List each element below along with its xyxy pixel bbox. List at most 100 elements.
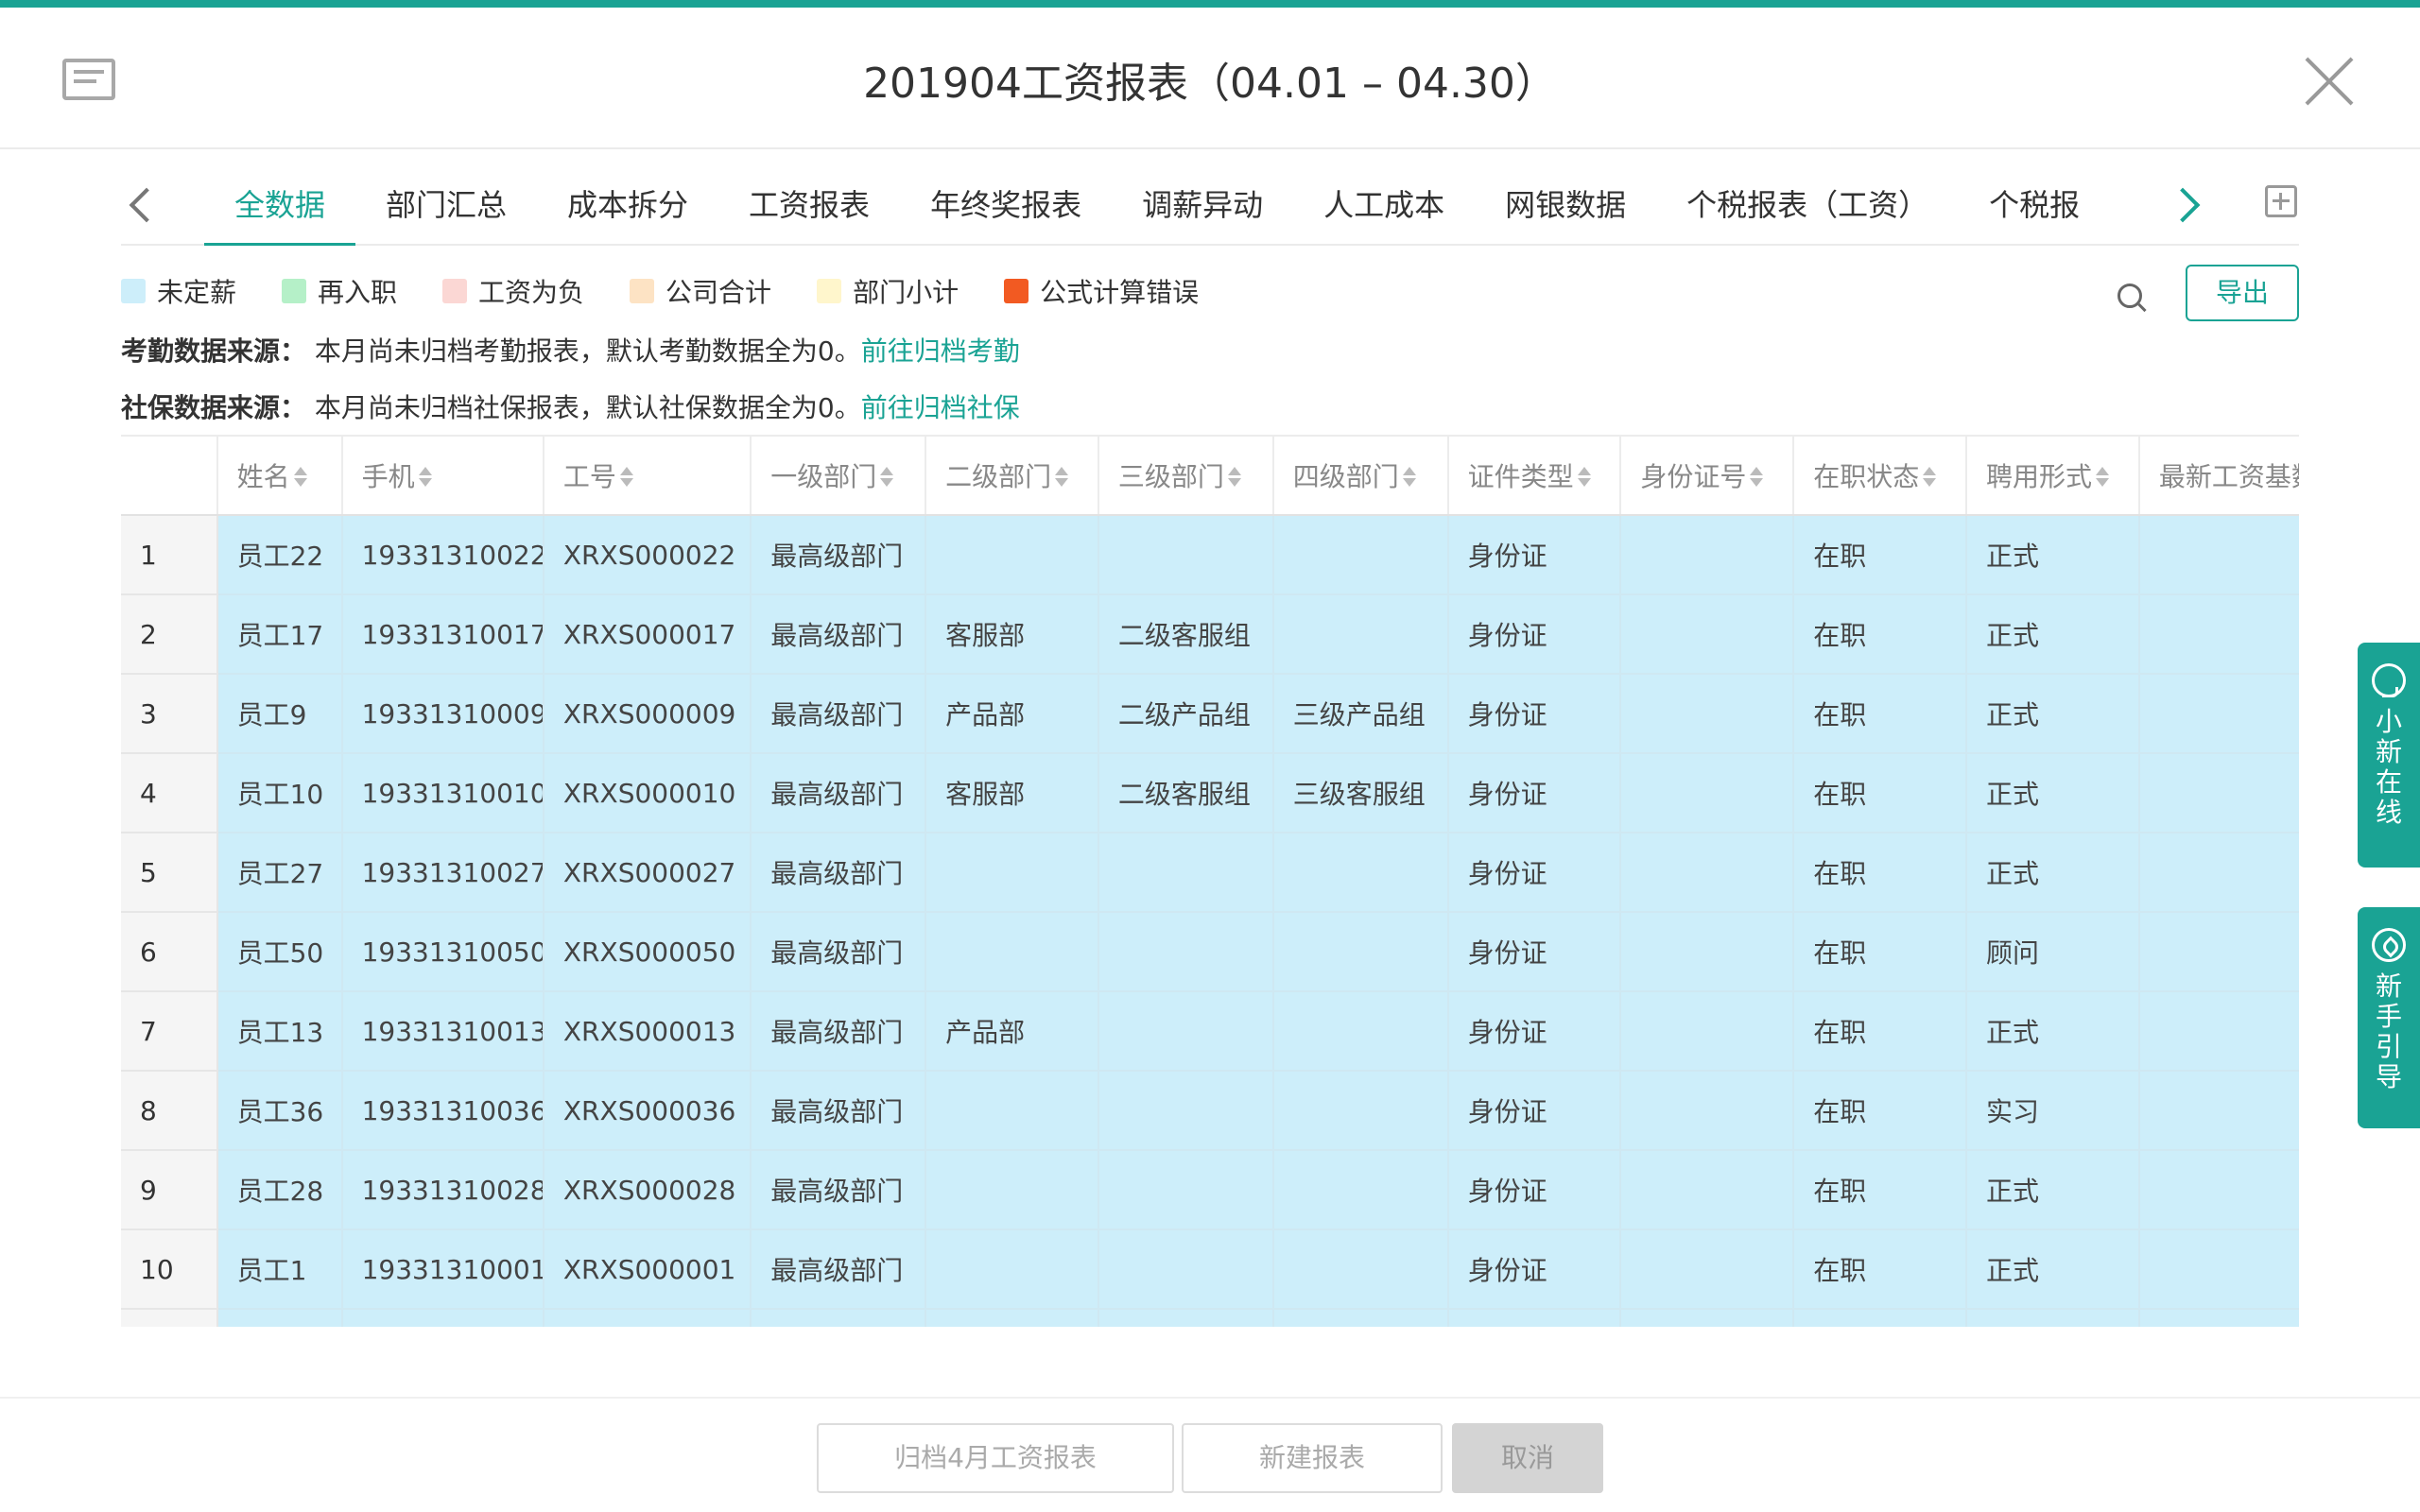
tab-item[interactable]: 成本拆分 <box>537 172 718 246</box>
table-cell: XRXS000001 <box>543 1229 752 1310</box>
table-cell <box>1098 1150 1274 1230</box>
table-cell: XRXS000017 <box>543 594 752 675</box>
table-cell: XRXS000027 <box>543 833 752 913</box>
column-header[interactable]: 身份证号 <box>1620 435 1795 516</box>
column-header[interactable]: 一级部门 <box>751 435 927 516</box>
legend-label: 公式计算错误 <box>1040 277 1200 308</box>
compass-icon <box>2372 928 2406 962</box>
column-header[interactable]: 二级部门 <box>925 435 1099 516</box>
table-row[interactable]: 6 员工50 19331310050 XRXS000050 最高级部门 身份证 在职 顾问 <box>121 912 2299 992</box>
column-header[interactable]: 姓名 <box>216 435 343 516</box>
table-cell: 产品部 <box>925 991 1099 1072</box>
table-row[interactable] <box>121 1309 2299 1327</box>
table-cell <box>1272 1071 1449 1151</box>
sort-icon[interactable] <box>1227 467 1241 488</box>
new-report-button[interactable]: 新建报表 <box>1182 1423 1443 1493</box>
table-row[interactable]: 3 员工9 19331310009 XRXS000009 最高级部门 产品部 二级产品组 三级… <box>121 674 2299 754</box>
sort-icon[interactable] <box>1055 467 1069 488</box>
table-cell: 客服部 <box>925 753 1099 833</box>
search-icon[interactable] <box>2118 284 2146 312</box>
table-cell <box>1966 1309 2140 1327</box>
sort-icon[interactable] <box>293 467 307 488</box>
table-cell: 在职 <box>1793 515 1968 595</box>
table-cell <box>925 833 1099 913</box>
column-header[interactable]: 证件类型 <box>1447 435 1622 516</box>
table-cell: 19331310013 <box>341 991 544 1072</box>
table-cell: XRXS000009 <box>543 674 752 754</box>
table-cell: 在职 <box>1793 833 1968 913</box>
column-header[interactable]: 四级部门 <box>1272 435 1449 516</box>
sort-icon[interactable] <box>880 467 894 488</box>
tab-item[interactable]: 部门汇总 <box>355 172 537 246</box>
sort-icon[interactable] <box>418 467 432 488</box>
beginner-guide-tab[interactable]: 新手引导 <box>2358 907 2420 1128</box>
column-header-label: 在职状态 <box>1813 461 1920 492</box>
column-header[interactable]: 聘用形式 <box>1966 435 2140 516</box>
legend-item: 工资为负 <box>442 272 584 310</box>
tab-item[interactable]: 年终奖报表 <box>900 172 1112 246</box>
tab-item[interactable]: 个税报 <box>1959 172 2110 246</box>
table-cell: 最高级部门 <box>751 912 927 992</box>
sort-icon[interactable] <box>1923 467 1937 488</box>
table-cell: XRXS000028 <box>543 1150 752 1230</box>
archive-report-button[interactable]: 归档4月工资报表 <box>817 1423 1174 1493</box>
chevron-left-icon[interactable] <box>121 183 159 227</box>
column-header[interactable]: 在职状态 <box>1793 435 1968 516</box>
table-cell: 身份证 <box>1447 991 1622 1072</box>
sort-icon[interactable] <box>1402 467 1416 488</box>
table-row[interactable]: 10 员工1 19331310001 XRXS000001 最高级部门 身份证 在职 正式 <box>121 1229 2299 1310</box>
table-cell: 身份证 <box>1447 594 1622 675</box>
legend-swatch <box>630 279 655 303</box>
column-header-label: 二级部门 <box>945 461 1052 492</box>
table-cell <box>925 1309 1099 1327</box>
tab-item[interactable]: 网银数据 <box>1475 172 1656 246</box>
add-tab-icon[interactable] <box>2265 185 2297 217</box>
tab-item[interactable]: 全数据 <box>204 172 356 246</box>
table-cell <box>1098 833 1274 913</box>
sort-icon[interactable] <box>1750 467 1764 488</box>
chevron-right-icon[interactable] <box>2169 183 2206 227</box>
table-cell: 最高级部门 <box>751 1229 927 1310</box>
column-header[interactable]: 手机 <box>341 435 544 516</box>
salary-table-container[interactable]: 姓名 手机 工号 一级部门 二级部门 三级部门 四级部门 证件类型 身份证号 在职状态 聘用形式 最新… <box>121 435 2299 1327</box>
table-row[interactable]: 2 员工17 19331310017 XRXS000017 最高级部门 客服部 二级客服组 身… <box>121 594 2299 675</box>
table-cell: 员工36 <box>216 1071 343 1151</box>
column-header[interactable]: 最新工资基数合 <box>2138 435 2299 516</box>
table-cell: 19331310022 <box>341 515 544 595</box>
tab-item[interactable]: 调薪异动 <box>1112 172 1293 246</box>
table-cell <box>925 1150 1099 1230</box>
cancel-button[interactable]: 取消 <box>1452 1423 1603 1493</box>
column-header-label: 证件类型 <box>1467 461 1574 492</box>
column-header-label: 姓名 <box>236 461 290 492</box>
legend-swatch <box>121 279 146 303</box>
row-index: 7 <box>121 991 218 1072</box>
tab-item[interactable]: 个税报表（工资） <box>1656 172 1959 246</box>
table-cell: 身份证 <box>1447 1071 1622 1151</box>
table-cell: 身份证 <box>1447 833 1622 913</box>
tab-item[interactable]: 人工成本 <box>1293 172 1475 246</box>
online-support-tab[interactable]: 小新在线 <box>2358 643 2420 868</box>
table-cell: 19331310017 <box>341 594 544 675</box>
table-cell: 在职 <box>1793 1150 1968 1230</box>
sort-icon[interactable] <box>2096 467 2110 488</box>
table-cell: XRXS000036 <box>543 1071 752 1151</box>
table-row[interactable]: 5 员工27 19331310027 XRXS000027 最高级部门 身份证 在职 正式 <box>121 833 2299 913</box>
column-header[interactable]: 工号 <box>543 435 752 516</box>
sort-icon[interactable] <box>1577 467 1591 488</box>
table-row[interactable]: 4 员工10 19331310010 XRXS000010 最高级部门 客服部 二级客服组三… <box>121 753 2299 833</box>
tab-item[interactable]: 工资报表 <box>718 172 900 246</box>
archive-attendance-link[interactable]: 前往归档考勤 <box>861 335 1020 367</box>
close-icon[interactable] <box>2305 57 2354 106</box>
table-cell: 在职 <box>1793 991 1968 1072</box>
table-cell <box>1620 674 1795 754</box>
sort-icon[interactable] <box>619 467 633 488</box>
table-row[interactable]: 7 员工13 19331310013 XRXS000013 最高级部门 产品部 身份证 在职正… <box>121 991 2299 1072</box>
table-row[interactable]: 9 员工28 19331310028 XRXS000028 最高级部门 身份证 在职 正式 <box>121 1150 2299 1230</box>
column-header[interactable]: 三级部门 <box>1098 435 1274 516</box>
table-row[interactable]: 8 员工36 19331310036 XRXS000036 最高级部门 身份证 在职 实习 <box>121 1071 2299 1151</box>
online-support-label: 小新在线 <box>2375 706 2402 828</box>
table-row[interactable]: 1 员工22 19331310022 XRXS000022 最高级部门 身份证 在职 正式 <box>121 515 2299 595</box>
archive-social-link[interactable]: 前往归档社保 <box>861 392 1020 423</box>
export-button[interactable]: 导出 <box>2186 265 2299 321</box>
legend-label: 工资为负 <box>478 277 585 308</box>
